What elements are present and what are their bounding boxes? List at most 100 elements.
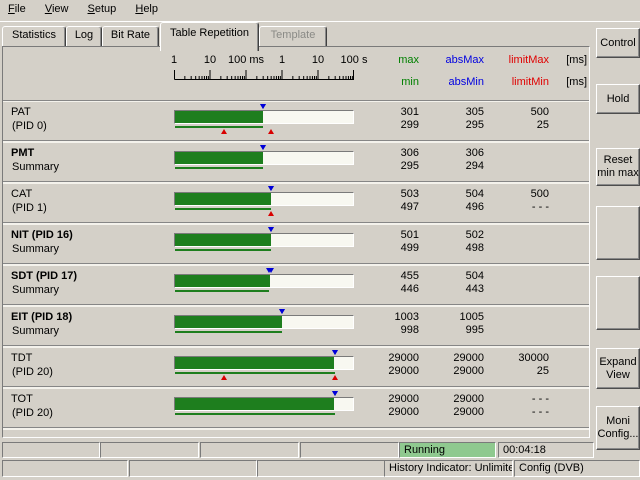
min-bar-line bbox=[175, 331, 282, 333]
repetition-bar bbox=[174, 143, 354, 181]
min-bar-line bbox=[175, 413, 335, 415]
status-panel-empty bbox=[2, 460, 128, 477]
value-max: 503 bbox=[349, 188, 419, 200]
history-indicator: History Indicator: Unlimited bbox=[384, 460, 513, 477]
absmax-marker bbox=[279, 309, 285, 314]
row-subtitle: (PID 20) bbox=[12, 407, 53, 419]
table-row[interactable]: PAT (PID 0) 301 305 500 299 295 25 bbox=[3, 102, 589, 140]
tab-template[interactable]: Template bbox=[259, 26, 327, 48]
menu-file[interactable]: File bbox=[0, 0, 34, 21]
bar-track bbox=[174, 110, 354, 124]
tab-statistics[interactable]: Statistics bbox=[2, 26, 66, 48]
status-panel-empty bbox=[2, 442, 100, 458]
tab-log[interactable]: Log bbox=[66, 26, 102, 48]
value-limitmax: 500 bbox=[479, 106, 549, 118]
tab-bit-rate[interactable]: Bit Rate bbox=[102, 26, 159, 48]
scale-label: 10 bbox=[312, 54, 324, 66]
absmax-marker bbox=[268, 268, 274, 273]
bar-fill bbox=[175, 193, 271, 205]
absmax-marker bbox=[260, 145, 266, 150]
moni-config-button[interactable]: Moni Config... bbox=[596, 406, 640, 450]
scale-label: 100 ms bbox=[228, 54, 264, 66]
bar-fill bbox=[175, 234, 271, 246]
menu-setup[interactable]: Setup bbox=[80, 0, 125, 21]
col-header-max: max bbox=[349, 54, 419, 66]
min-bar-line bbox=[175, 372, 335, 374]
repetition-bar bbox=[174, 266, 354, 304]
table-header: 1 10 100 ms 1 10 100 s max absMax limitM… bbox=[3, 47, 589, 100]
log-scale-ruler bbox=[174, 68, 354, 80]
row-name: PAT bbox=[11, 106, 31, 118]
value-limitmin: - - - bbox=[479, 201, 549, 213]
repetition-bar bbox=[174, 102, 354, 140]
status-panel-empty bbox=[200, 442, 299, 458]
min-bar-line bbox=[175, 208, 271, 210]
table-row[interactable]: CAT (PID 1) 503 504 500 497 496 - - - bbox=[3, 184, 589, 222]
menu-help[interactable]: Help bbox=[127, 0, 166, 21]
bar-track bbox=[174, 397, 354, 411]
repetition-bar bbox=[174, 184, 354, 222]
value-min: 499 bbox=[349, 242, 419, 254]
value-absmin: 443 bbox=[414, 283, 484, 295]
status-panel-empty bbox=[100, 442, 199, 458]
value-absmin: 498 bbox=[414, 242, 484, 254]
menu-view[interactable]: View bbox=[37, 0, 77, 21]
min-bar-line bbox=[175, 249, 271, 251]
value-limitmin: 25 bbox=[479, 119, 549, 131]
ts-analyzer-window: File View Setup Help Statistics Log Bit … bbox=[0, 0, 640, 480]
table-row[interactable]: TOT (PID 20) 29000 29000 - - - 29000 290… bbox=[3, 389, 589, 427]
row-subtitle: (PID 20) bbox=[12, 366, 53, 378]
scale-label: 1 bbox=[171, 54, 177, 66]
scale-label: 1 bbox=[279, 54, 285, 66]
config-indicator: Config (DVB) bbox=[514, 460, 640, 477]
value-absmax: 1005 bbox=[414, 311, 484, 323]
col-header-min: min bbox=[349, 76, 419, 88]
row-subtitle: (PID 1) bbox=[12, 202, 47, 214]
repetition-bar bbox=[174, 389, 354, 427]
value-absmin: 496 bbox=[414, 201, 484, 213]
absmax-marker bbox=[260, 104, 266, 109]
table-row[interactable]: TDT (PID 20) 29000 29000 30000 29000 290… bbox=[3, 348, 589, 386]
table-row[interactable]: PMT Summary 306 306 295 294 bbox=[3, 143, 589, 181]
repetition-bar bbox=[174, 225, 354, 263]
absmax-marker bbox=[268, 186, 274, 191]
value-absmax: 504 bbox=[414, 270, 484, 282]
absmax-marker bbox=[268, 227, 274, 232]
value-limitmax: 30000 bbox=[479, 352, 549, 364]
row-name: PMT bbox=[11, 147, 34, 159]
table-rows: PAT (PID 0) 301 305 500 299 295 25 PMT S… bbox=[3, 102, 589, 430]
value-min: 299 bbox=[349, 119, 419, 131]
repetition-bar bbox=[174, 348, 354, 386]
row-name: TDT bbox=[11, 352, 32, 364]
value-min: 29000 bbox=[349, 365, 419, 377]
limitmin-marker bbox=[221, 375, 227, 380]
table-row[interactable]: NIT (PID 16) Summary 501 502 499 498 bbox=[3, 225, 589, 263]
bar-fill bbox=[175, 275, 270, 287]
repetition-bar bbox=[174, 307, 354, 345]
value-absmax: 305 bbox=[414, 106, 484, 118]
table-row[interactable]: EIT (PID 18) Summary 1003 1005 998 995 bbox=[3, 307, 589, 345]
value-max: 1003 bbox=[349, 311, 419, 323]
hold-button[interactable]: Hold bbox=[596, 84, 640, 114]
value-absmax: 504 bbox=[414, 188, 484, 200]
status-panel-empty bbox=[300, 442, 399, 458]
bar-fill bbox=[175, 111, 263, 123]
bar-fill bbox=[175, 152, 263, 164]
absmax-marker bbox=[332, 350, 338, 355]
value-absmin: 29000 bbox=[414, 406, 484, 418]
table-row[interactable]: SDT (PID 17) Summary 455 504 446 443 bbox=[3, 266, 589, 304]
value-absmin: 295 bbox=[414, 119, 484, 131]
control-button[interactable]: Control bbox=[596, 28, 640, 58]
row-name: TOT bbox=[11, 393, 33, 405]
limitmax-marker bbox=[268, 129, 274, 134]
tab-table-repetition[interactable]: Table Repetition bbox=[160, 22, 259, 51]
expand-view-button[interactable]: Expand View bbox=[596, 348, 640, 389]
bar-track bbox=[174, 151, 354, 165]
reset-min-max-button[interactable]: Reset min max bbox=[596, 148, 640, 186]
elapsed-time: 00:04:18 bbox=[498, 442, 594, 458]
col-header-unit-bottom: [ms] bbox=[517, 76, 587, 88]
value-absmin: 995 bbox=[414, 324, 484, 336]
row-subtitle: Summary bbox=[12, 243, 59, 255]
row-subtitle: Summary bbox=[12, 284, 59, 296]
status-panel-empty bbox=[129, 460, 257, 477]
